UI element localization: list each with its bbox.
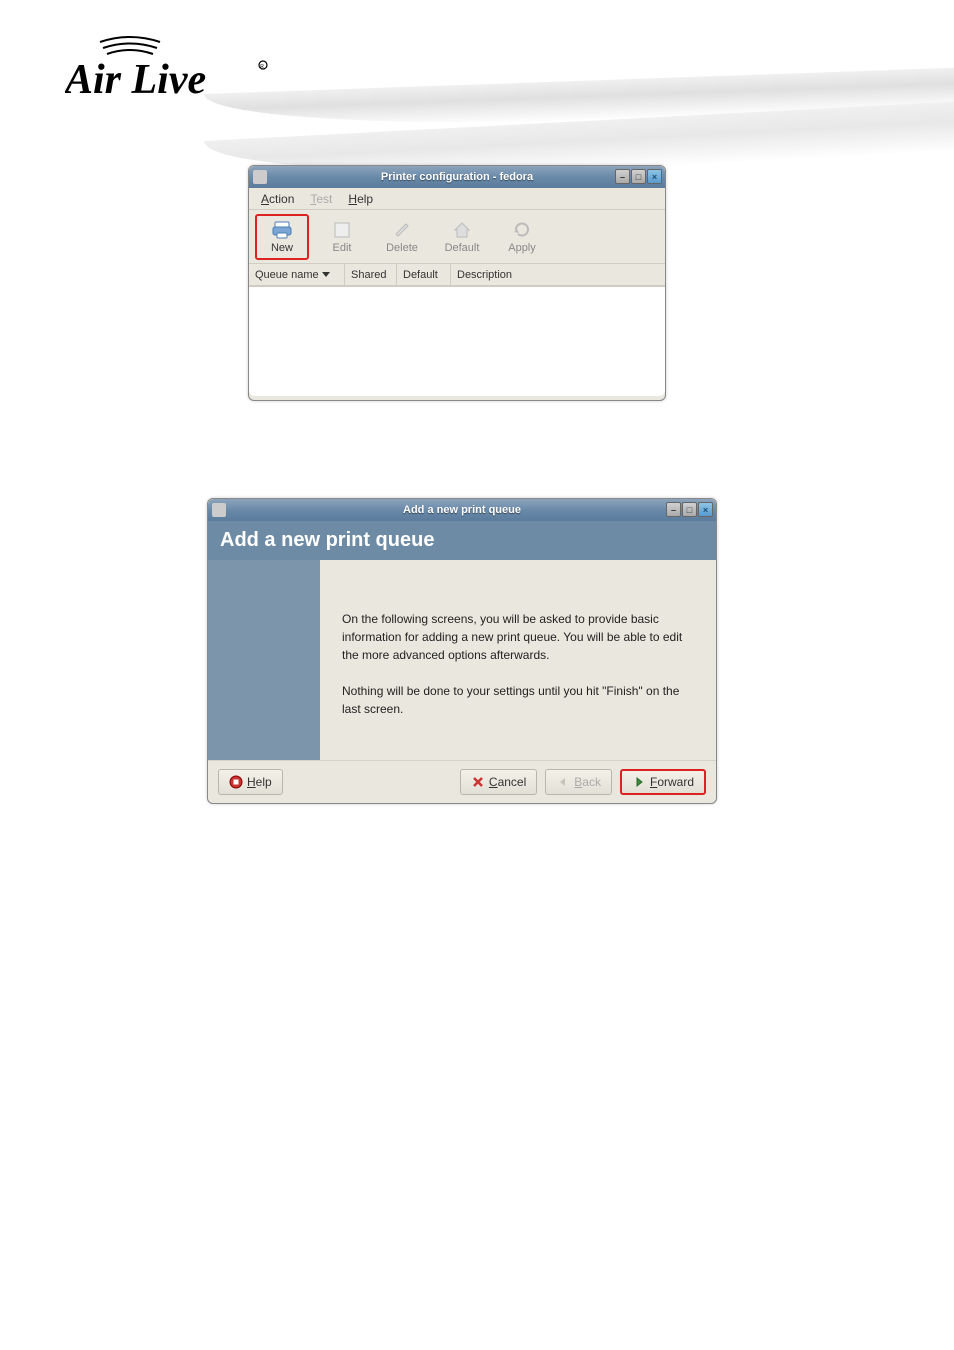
menubar: Action Test Help [249,188,665,210]
maximize-button[interactable]: □ [682,502,697,517]
apply-button: Apply [495,214,549,260]
window-app-icon [212,503,226,517]
minimize-button[interactable]: – [615,169,630,184]
default-button: Default [435,214,489,260]
help-icon [229,775,243,789]
cancel-icon [471,775,485,789]
delete-label: Delete [386,242,418,254]
edit-label: Edit [333,242,352,254]
help-label-rest: elp [256,775,272,789]
col-shared[interactable]: Shared [345,264,397,286]
button-row: Help Cancel Back Forward [208,760,716,803]
default-label: Default [445,242,480,254]
window-title: Printer configuration - fedora [381,171,533,183]
col-queue-name[interactable]: Queue name [249,264,345,286]
new-button[interactable]: New [255,214,309,260]
minimize-button[interactable]: – [666,502,681,517]
printer-config-window: Printer configuration - fedora – □ × Act… [248,165,666,401]
header-decoration [254,60,954,180]
apply-label: Apply [508,242,536,254]
window-app-icon [253,170,267,184]
titlebar[interactable]: Add a new print queue – □ × [208,499,716,521]
titlebar[interactable]: Printer configuration - fedora – □ × [249,166,665,188]
sort-desc-icon [322,272,330,277]
menu-help[interactable]: Help [348,192,373,206]
delete-button: Delete [375,214,429,260]
maximize-button[interactable]: □ [631,169,646,184]
forward-button[interactable]: Forward [620,769,706,795]
home-icon [451,220,473,240]
back-button: Back [545,769,612,795]
delete-icon [391,220,413,240]
back-arrow-icon [556,775,570,789]
wizard-body: On the following screens, you will be as… [320,560,716,760]
new-label: New [271,242,293,254]
cancel-button[interactable]: Cancel [460,769,537,795]
svg-text:R: R [260,64,264,70]
edit-icon [331,220,353,240]
edit-button: Edit [315,214,369,260]
forward-arrow-icon [632,775,646,789]
toolbar: New Edit Delete Default Apply [249,210,665,264]
close-button[interactable]: × [647,169,662,184]
menu-test: Test [310,192,332,206]
col-default[interactable]: Default [397,264,451,286]
wizard-heading: Add a new print queue [208,521,716,560]
window-title: Add a new print queue [403,504,521,516]
help-button[interactable]: Help [218,769,283,795]
airlive-logo: Air Live R [65,35,275,105]
add-print-queue-window: Add a new print queue – □ × Add a new pr… [207,498,717,804]
wizard-text-1: On the following screens, you will be as… [342,610,694,664]
close-button[interactable]: × [698,502,713,517]
wizard-text-2: Nothing will be done to your settings un… [342,682,694,718]
column-headers: Queue name Shared Default Description [249,264,665,286]
wizard-side-panel [208,560,320,760]
apply-icon [511,220,533,240]
queue-list-empty [249,286,665,396]
col-description[interactable]: Description [451,264,665,286]
svg-text:Air Live: Air Live [65,57,206,103]
menu-action[interactable]: Action [261,192,294,206]
printer-icon [271,220,293,240]
